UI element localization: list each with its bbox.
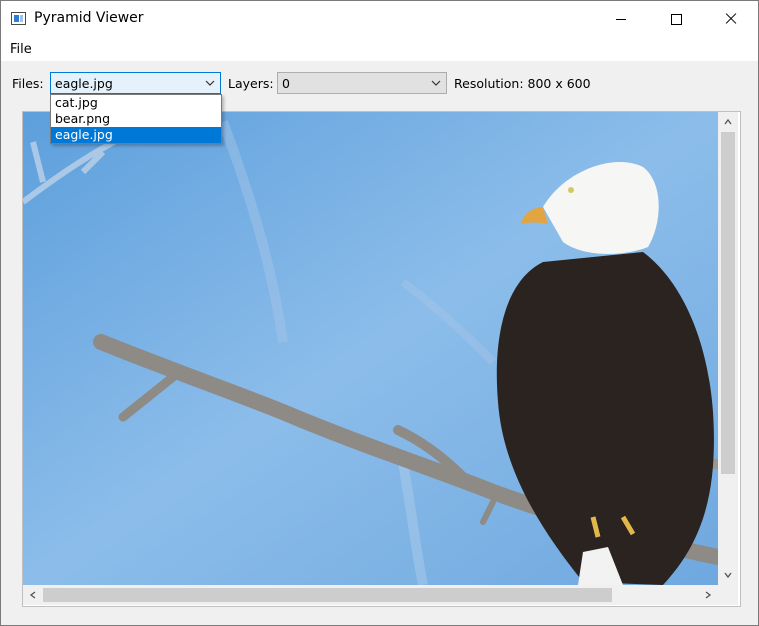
image-viewport[interactable] <box>22 111 741 607</box>
chevron-down-icon <box>431 80 441 86</box>
scroll-right-arrow[interactable] <box>698 585 718 605</box>
scroll-down-arrow[interactable] <box>718 565 738 585</box>
resolution-label: Resolution: 800 x 600 <box>454 76 591 91</box>
files-combobox-value: eagle.jpg <box>55 76 113 91</box>
horizontal-scrollbar[interactable] <box>23 585 718 605</box>
chevron-down-icon <box>724 572 732 579</box>
files-dropdown-list: cat.jpg bear.png eagle.jpg <box>50 94 222 144</box>
vertical-scrollbar[interactable] <box>718 112 738 585</box>
app-window: Pyramid Viewer File Files: eagle.jpg Lay… <box>0 0 759 626</box>
dropdown-option-bear[interactable]: bear.png <box>51 111 221 127</box>
eagle-image <box>23 112 718 585</box>
chevron-down-icon <box>205 80 215 86</box>
layers-combobox-value: 0 <box>282 76 290 91</box>
dropdown-option-eagle[interactable]: eagle.jpg <box>51 127 221 143</box>
title-bar[interactable]: Pyramid Viewer <box>1 1 758 37</box>
maximize-button[interactable] <box>653 1 699 37</box>
dropdown-option-cat[interactable]: cat.jpg <box>51 95 221 111</box>
files-label: Files: <box>12 76 44 91</box>
scroll-left-arrow[interactable] <box>23 585 43 605</box>
window-title: Pyramid Viewer <box>34 10 144 26</box>
chevron-right-icon <box>705 591 712 599</box>
chevron-left-icon <box>29 591 36 599</box>
chevron-up-icon <box>724 118 732 125</box>
horizontal-scroll-thumb[interactable] <box>43 588 612 602</box>
close-button[interactable] <box>708 1 754 37</box>
vertical-scroll-thumb[interactable] <box>721 132 735 474</box>
menu-bar: File <box>1 37 758 61</box>
scroll-corner <box>718 585 738 605</box>
layers-combobox[interactable]: 0 <box>277 72 447 94</box>
files-combobox[interactable]: eagle.jpg <box>50 72 221 94</box>
minimize-button[interactable] <box>598 1 644 37</box>
window-icon <box>11 12 26 25</box>
menu-file[interactable]: File <box>10 42 32 57</box>
maximize-icon <box>670 13 682 25</box>
layers-label: Layers: <box>228 76 274 91</box>
scroll-up-arrow[interactable] <box>718 112 738 132</box>
minimize-icon <box>616 18 626 20</box>
close-icon <box>725 13 737 25</box>
